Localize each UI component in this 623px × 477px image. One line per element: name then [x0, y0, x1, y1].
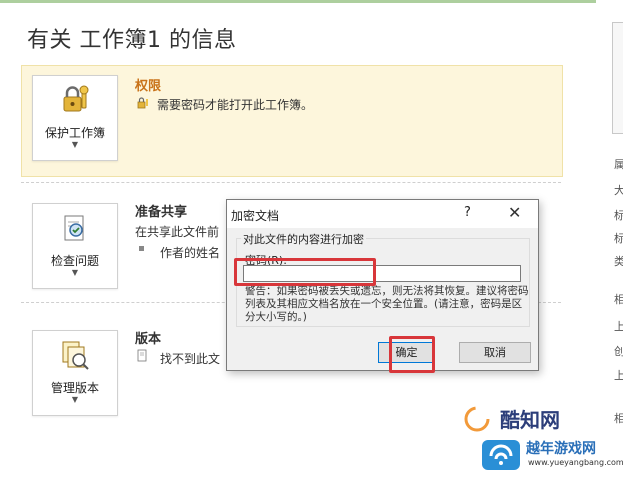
inspect-document-icon — [64, 215, 84, 241]
permissions-text: 需要密码才能打开此工作簿。 — [157, 98, 314, 112]
lock-key-icon — [63, 85, 89, 112]
panel-char: 上 — [614, 320, 623, 333]
permissions-heading: 权限 — [135, 79, 162, 94]
panel-char: 相 — [614, 293, 623, 306]
versions-text: 找不到此文 — [160, 352, 221, 366]
watermark-wifi-icon — [482, 440, 520, 470]
encrypt-group-label: 对此文件的内容进行加密 — [241, 231, 366, 247]
panel-char: 大 — [614, 184, 623, 197]
cancel-button[interactable]: 取消 — [459, 342, 531, 363]
page-title: 有关 工作簿1 的信息 — [27, 28, 237, 53]
panel-char: 标 — [614, 232, 623, 245]
version-doc-icon — [137, 349, 147, 362]
versions-heading: 版本 — [135, 332, 162, 347]
panel-char: 标 — [614, 209, 623, 222]
top-accent-line — [0, 0, 623, 3]
panel-char: 创 — [614, 345, 623, 358]
watermark-brand: 酷知网 — [500, 408, 560, 432]
panel-char: 属 — [614, 158, 623, 171]
protect-workbook-label: 保护工作簿 — [44, 126, 105, 140]
warning-text: 警告：如果密码被丢失或遗忘，则无法将其恢复。建议将密码列表及其相应文档名放在一个… — [245, 285, 529, 323]
document-thumbnail — [612, 22, 623, 134]
password-highlight-box — [234, 258, 376, 286]
panel-char: 相 — [614, 412, 623, 425]
panel-char: 类 — [614, 255, 623, 268]
panel-char: 上 — [614, 369, 623, 382]
chevron-down-icon: ▼ — [71, 395, 79, 404]
manage-versions-label: 管理版本 — [50, 381, 99, 395]
section-divider — [21, 182, 561, 183]
watermark-brand-2: 越年游戏网 — [526, 441, 596, 457]
watermark-url: www.yueyangbang.com — [528, 458, 623, 467]
dialog-title: 加密文档 — [231, 209, 280, 223]
manage-versions-button[interactable]: 管理版本 ▼ — [32, 330, 118, 416]
chevron-down-icon: ▼ — [71, 268, 79, 277]
share-text: 在共享此文件前 — [135, 225, 220, 239]
versions-document-icon — [62, 341, 89, 370]
watermark-logo-icon — [464, 406, 490, 432]
ok-highlight-box — [389, 336, 435, 373]
small-lock-icon — [137, 97, 148, 109]
bullet-icon — [139, 246, 144, 251]
share-heading: 准备共享 — [135, 205, 188, 220]
share-bullet-text: 作者的姓名 — [160, 246, 221, 260]
help-button[interactable]: ? — [464, 205, 471, 220]
chevron-down-icon: ▼ — [71, 140, 79, 149]
check-issues-label: 检查问题 — [50, 254, 99, 268]
close-icon[interactable]: ✕ — [508, 203, 521, 222]
check-issues-button[interactable]: 检查问题 ▼ — [32, 203, 118, 289]
protect-workbook-button[interactable]: 保护工作簿 ▼ — [32, 75, 118, 161]
